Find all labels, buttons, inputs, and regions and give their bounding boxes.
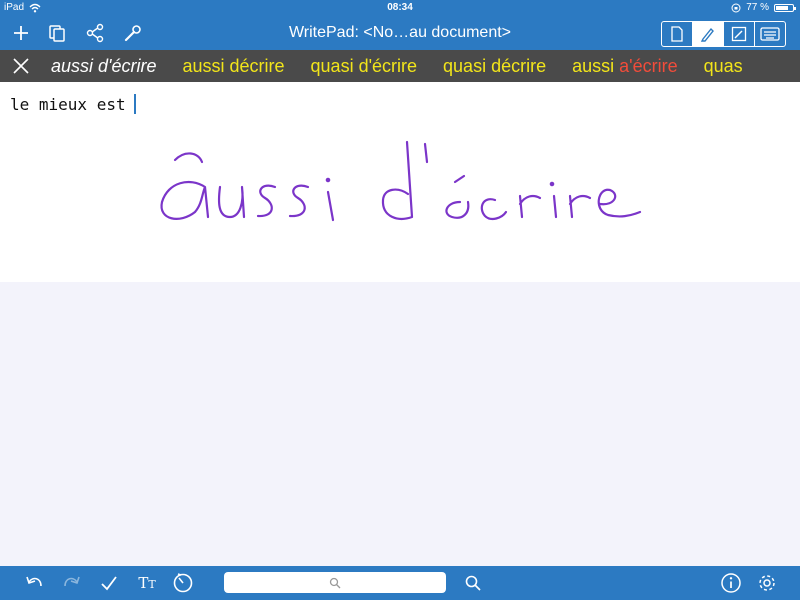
- info-icon: [721, 573, 741, 593]
- share-button[interactable]: [82, 21, 108, 45]
- suggestion-item[interactable]: aussi a'écrire: [572, 56, 678, 77]
- suggestion-item[interactable]: quasi décrire: [443, 56, 546, 77]
- suggestion-item[interactable]: aussi décrire: [182, 56, 284, 77]
- redo-button[interactable]: [58, 571, 84, 595]
- suggestion-highlight: a'écrire: [619, 55, 678, 76]
- mode-segmented-control: [661, 21, 786, 47]
- status-right: 77 %: [731, 0, 796, 16]
- status-bar: iPad 08:34 77 %: [0, 0, 800, 16]
- text-size-icon: TT: [138, 574, 156, 592]
- document-text[interactable]: le mieux est: [10, 94, 136, 114]
- new-document-button[interactable]: [8, 21, 34, 45]
- copy-icon: [49, 25, 65, 42]
- suggestion-item[interactable]: aussi d'écrire: [51, 56, 156, 77]
- pen-icon: [700, 27, 714, 42]
- settings-button[interactable]: [754, 571, 780, 595]
- sketch-icon: [731, 26, 747, 42]
- battery-icon: [774, 4, 796, 12]
- redo-icon: [64, 576, 80, 587]
- undo-icon: [26, 576, 42, 587]
- text-size-button[interactable]: TT: [132, 571, 162, 595]
- suggestion-list: aussi d'écrire aussi décrire quasi d'écr…: [51, 50, 769, 82]
- copy-button[interactable]: [44, 21, 70, 45]
- text-cursor: [133, 94, 136, 114]
- suggestion-bar: aussi d'écrire aussi décrire quasi d'écr…: [0, 50, 800, 82]
- dismiss-suggestions-button[interactable]: [10, 55, 32, 77]
- info-button[interactable]: [718, 571, 744, 595]
- typed-text: le mieux est: [10, 94, 126, 114]
- gear-icon: [759, 575, 775, 591]
- search-field[interactable]: [224, 572, 446, 593]
- undo-button[interactable]: [22, 571, 48, 595]
- document-mode-button[interactable]: [662, 22, 692, 46]
- search-icon: [465, 575, 481, 591]
- suggestion-item[interactable]: quas: [704, 56, 743, 77]
- orientation-lock-icon: [731, 3, 741, 13]
- document-icon: [671, 26, 683, 42]
- status-time: 08:34: [387, 2, 413, 13]
- search-input[interactable]: [224, 572, 446, 593]
- battery-fill: [776, 6, 789, 10]
- timer-button[interactable]: [170, 571, 196, 595]
- bottom-toolbar: TT: [0, 566, 800, 600]
- battery-percent: 77 %: [746, 2, 769, 13]
- suggestion-prefix: aussi: [572, 55, 620, 76]
- suggestion-item[interactable]: quasi d'écrire: [311, 56, 418, 77]
- checkmark-icon: [101, 576, 117, 591]
- keyboard-mode-button[interactable]: [754, 22, 785, 46]
- plus-icon: [14, 26, 28, 40]
- sketch-mode-button[interactable]: [723, 22, 754, 46]
- settings-tool-button[interactable]: [120, 21, 146, 45]
- close-icon: [13, 58, 29, 74]
- keyboard-icon: [760, 27, 780, 41]
- timer-icon: [173, 573, 193, 593]
- writing-area[interactable]: le mieux est: [0, 82, 800, 282]
- wrench-icon: [124, 25, 141, 42]
- find-button[interactable]: [460, 571, 486, 595]
- handwriting-ink: [160, 140, 642, 222]
- pen-mode-button[interactable]: [692, 22, 723, 46]
- nav-bar: WritePad: <No…au document>: [0, 16, 800, 50]
- share-icon: [86, 23, 104, 43]
- spellcheck-button[interactable]: [96, 571, 122, 595]
